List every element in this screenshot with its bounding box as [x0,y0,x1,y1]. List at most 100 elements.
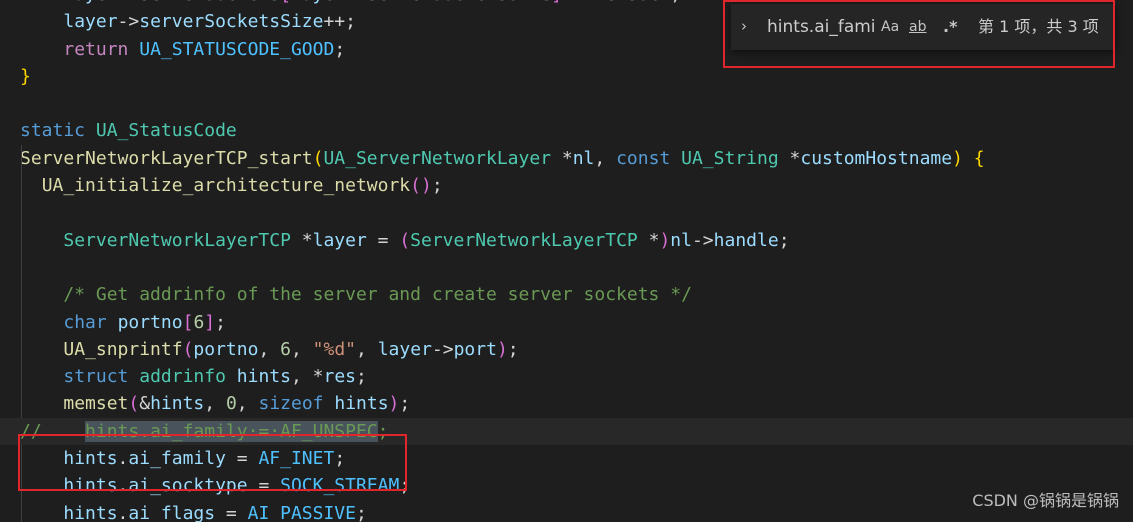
code-token: . [117,502,129,522]
code-token: UA_ServerNetworkLayer [323,147,552,169]
code-token: , * [290,366,324,388]
indent-guide [21,281,22,309]
code-token: * [551,147,573,169]
code-token: ) [388,393,400,415]
code-token: = [366,229,400,251]
code-token: UA_STATUSCODE_GOOD [139,38,335,60]
code-token: , [290,338,313,360]
code-token: = [247,475,281,497]
code-token: AI_PASSIVE [247,502,356,522]
code-line[interactable]: /* Get addrinfo of the server and create… [0,281,1133,309]
code-token: UA_StatusCode [95,120,237,142]
code-token: struct [63,366,129,388]
code-token: * [778,147,801,169]
code-token: UA_String [681,147,779,169]
use-regex-icon[interactable]: .* [943,15,957,39]
code-token: port [453,338,497,360]
code-token: , [204,393,226,415]
code-token: hints [63,502,118,522]
code-token: ] [204,311,216,333]
code-token: hints [63,448,118,470]
code-token: nl [572,147,595,169]
code-token: portno [117,311,183,333]
code-editor[interactable]: layer->serverSockets[layer->serverSocket… [0,0,1133,522]
indent-guide [21,226,22,254]
code-line[interactable] [0,199,1133,227]
code-token: customHostname [800,147,953,169]
code-token: layer [312,229,367,251]
code-token: UA_snprintf [63,338,183,360]
code-token: ; [399,393,411,415]
code-token: ServerNetworkLayerTCP_start [20,147,313,169]
code-area[interactable]: layer->serverSockets[layer->serverSocket… [0,0,1133,522]
code-token: } [20,65,31,87]
code-token: hints [63,475,118,497]
code-token: ; [778,229,790,251]
code-line[interactable]: ServerNetworkLayerTCP_start(UA_ServerNet… [0,144,1133,173]
code-token: ; [377,420,389,442]
code-token: UA_initialize_architecture_network [41,175,411,197]
code-line[interactable]: struct addrinfo hints, *res; [0,363,1133,391]
indent-guide [21,335,22,364]
code-token: & [139,393,151,415]
code-token: handle [713,229,779,251]
code-token: newsock [594,0,670,5]
code-line[interactable]: hints.ai_socktype = SOCK_STREAM; [0,472,1133,500]
code-token: -> [117,11,140,33]
code-token: = [215,502,248,522]
code-token: sizeof [258,393,324,415]
code-line[interactable]: hints.ai_family = AF_INET; [0,445,1133,473]
code-token: hints [334,393,389,415]
code-line[interactable] [0,90,1133,117]
code-token: = [225,448,259,470]
indent-guide [21,199,22,227]
code-line[interactable]: char portno[6]; [0,308,1133,336]
code-line[interactable]: // hints.ai_family·=·AF_UNSPEC; [0,417,1133,446]
code-line[interactable]: UA_snprintf(portno, 6, "%d", layer->port… [0,335,1133,364]
code-token: layer [63,0,117,5]
match-case-icon[interactable]: Aa [881,15,899,39]
code-token: ; [356,366,367,388]
code-token: , [594,147,617,169]
code-token: ai_flags [128,502,216,522]
code-token: AF_INET [258,448,335,470]
code-token: res [323,366,356,388]
code-token: serverSockets [139,0,280,5]
code-token: return [63,38,129,60]
code-token: 0 [225,393,237,415]
search-match-highlight: hints.ai_family·=·AF_UNSPEC [85,420,378,442]
code-token: SOCK_STREAM [280,475,400,497]
find-widget: › hints.ai_fami Aa ab .* 第 1 项，共 3 项 [731,4,1115,50]
match-whole-word-icon[interactable]: ab [909,15,926,39]
code-token: ; [334,38,346,60]
code-token: layer [63,11,118,33]
watermark: CSDN @锅锅是锅锅 [972,491,1119,510]
code-token: , [356,338,378,360]
code-token: ) [952,147,963,169]
code-token: /* Get addrinfo of the server and create… [63,284,692,306]
code-token: "%d" [312,338,357,360]
find-input[interactable]: hints.ai_fami [767,15,875,39]
toggle-replace-chevron-icon[interactable]: › [741,16,757,36]
code-line[interactable]: ServerNetworkLayerTCP *layer = (ServerNe… [0,226,1133,254]
code-token: layer [377,338,432,360]
code-token: * [290,229,313,251]
code-line[interactable]: } [0,63,1133,90]
code-token: ; [215,311,226,333]
code-line[interactable]: static UA_StatusCode [0,117,1133,144]
code-token: * [637,229,660,251]
code-line[interactable] [0,253,1133,282]
code-line[interactable]: hints.ai_flags = AI_PASSIVE; [0,499,1133,522]
code-token: static [20,120,86,142]
indent-guide [21,363,22,391]
code-line[interactable]: UA_initialize_architecture_network(); [0,172,1133,200]
code-line[interactable]: memset(&hints, 0, sizeof hints); [0,390,1133,418]
code-token: [ [182,311,194,333]
